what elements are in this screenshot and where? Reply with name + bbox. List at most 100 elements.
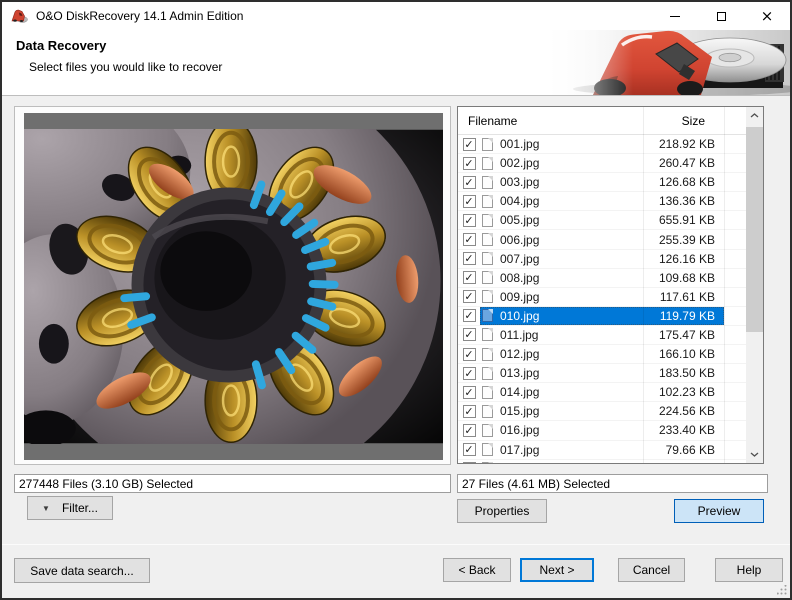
file-checkbox[interactable]: ✓	[458, 250, 480, 268]
file-checkbox[interactable]: ✓	[458, 441, 480, 459]
file-checkbox[interactable]: ✓	[458, 383, 480, 401]
file-row[interactable]: ✓014.jpg102.23 KB	[458, 383, 746, 402]
minimize-button[interactable]	[652, 2, 698, 30]
left-status-text: 277448 Files (3.10 GB) Selected	[19, 477, 193, 491]
next-button-label: Next >	[539, 563, 574, 577]
filter-button[interactable]: ▼ Filter...	[27, 496, 113, 520]
save-data-search-button[interactable]: Save data search...	[14, 558, 150, 583]
file-row-content[interactable]: 004.jpg136.36 KB	[480, 192, 724, 210]
file-name: 003.jpg	[500, 175, 539, 189]
file-row-content[interactable]: 012.jpg166.10 KB	[480, 345, 724, 363]
file-row[interactable]: ✓ 009.jpg117.61 KB	[458, 288, 746, 307]
properties-button[interactable]: Properties	[457, 499, 547, 523]
file-row-content[interactable]: 010.jpg119.79 KB	[480, 307, 724, 325]
file-row[interactable]: ✓ 011.jpg175.47 KB	[458, 326, 746, 345]
file-row-content[interactable]: 003.jpg126.68 KB	[480, 173, 724, 191]
checkmark-icon: ✓	[463, 233, 476, 246]
file-checkbox[interactable]: ✓	[458, 326, 480, 344]
file-checkbox[interactable]: ✓	[458, 288, 480, 306]
file-icon	[482, 176, 493, 189]
file-checkbox[interactable]: ✓	[458, 154, 480, 172]
scroll-down-button[interactable]	[746, 446, 763, 463]
close-button[interactable]: ×	[744, 2, 790, 30]
maximize-button[interactable]	[698, 2, 744, 30]
file-size: 79.66 KB	[666, 443, 724, 457]
file-name: 014.jpg	[500, 385, 539, 399]
file-list-header: Filename Size	[458, 107, 746, 135]
file-row[interactable]: ✓007.jpg126.16 KB	[458, 250, 746, 269]
checkmark-icon: ✓	[463, 290, 476, 303]
preview-button[interactable]: Preview	[674, 499, 764, 523]
file-row[interactable]: ✓ 001.jpg218.92 KB	[458, 135, 746, 154]
file-row-content[interactable]: 006.jpg255.39 KB	[480, 230, 724, 248]
file-row[interactable]: ✓015.jpg224.56 KB	[458, 402, 746, 421]
file-row-content[interactable]: 002.jpg260.47 KB	[480, 154, 724, 172]
file-row[interactable]: ✓008.jpg109.68 KB	[458, 269, 746, 288]
app-red-car-icon	[10, 8, 28, 24]
file-row[interactable]: ✓016.jpg233.40 KB	[458, 421, 746, 440]
file-row[interactable]: ✓003.jpg126.68 KB	[458, 173, 746, 192]
file-row[interactable]: ✓012.jpg166.10 KB	[458, 345, 746, 364]
file-row-content[interactable]: 016.jpg233.40 KB	[480, 421, 724, 439]
maximize-icon	[717, 12, 726, 21]
file-row-content[interactable]	[480, 460, 724, 463]
file-row-content[interactable]: 014.jpg102.23 KB	[480, 383, 724, 401]
file-checkbox[interactable]: ✓	[458, 211, 480, 229]
checkmark-icon: ✓	[463, 138, 476, 151]
back-button[interactable]: < Back	[443, 558, 511, 582]
file-checkbox[interactable]: ✓	[458, 345, 480, 363]
left-selection-status: 277448 Files (3.10 GB) Selected	[14, 474, 451, 493]
file-row[interactable]: ✓013.jpg183.50 KB	[458, 364, 746, 383]
column-header-filename[interactable]: Filename	[458, 114, 633, 128]
file-icon	[482, 462, 493, 463]
file-checkbox[interactable]: ✓	[458, 402, 480, 420]
properties-button-label: Properties	[475, 504, 530, 518]
file-row[interactable]: ✓	[458, 460, 746, 463]
file-name: 005.jpg	[500, 213, 539, 227]
file-row-content[interactable]: 015.jpg224.56 KB	[480, 402, 724, 420]
file-checkbox[interactable]: ✓	[458, 192, 480, 210]
cancel-button[interactable]: Cancel	[618, 558, 685, 582]
file-row-content[interactable]: 007.jpg126.16 KB	[480, 250, 724, 268]
file-checkbox[interactable]: ✓	[458, 307, 480, 325]
file-icon	[482, 386, 493, 399]
file-row-content[interactable]: 017.jpg 79.66 KB	[480, 441, 724, 459]
file-icon	[482, 290, 493, 303]
file-checkbox[interactable]: ✓	[458, 230, 480, 248]
file-name: 017.jpg	[500, 443, 539, 457]
file-checkbox[interactable]: ✓	[458, 460, 480, 463]
help-button[interactable]: Help	[715, 558, 783, 582]
titlebar[interactable]: O&O DiskRecovery 14.1 Admin Edition ×	[2, 2, 790, 30]
scrollbar-thumb[interactable]	[746, 127, 763, 332]
file-row-content[interactable]: 008.jpg109.68 KB	[480, 269, 724, 287]
resize-grip[interactable]	[777, 585, 787, 595]
file-row[interactable]: ✓ 017.jpg 79.66 KB	[458, 441, 746, 460]
file-row[interactable]: ✓004.jpg136.36 KB	[458, 192, 746, 211]
file-checkbox[interactable]: ✓	[458, 135, 480, 153]
next-button[interactable]: Next >	[520, 558, 594, 582]
file-row-content[interactable]: 001.jpg218.92 KB	[480, 135, 724, 153]
file-list-rows: ✓001.jpg218.92 KB✓002.jpg260.47 KB✓003.j…	[458, 135, 746, 463]
file-row-content[interactable]: 009.jpg117.61 KB	[480, 288, 724, 306]
file-checkbox[interactable]: ✓	[458, 364, 480, 382]
file-checkbox[interactable]: ✓	[458, 421, 480, 439]
preview-panel	[14, 106, 451, 465]
list-scrollbar[interactable]	[746, 107, 763, 463]
scroll-up-button[interactable]	[746, 107, 763, 124]
file-name: 004.jpg	[500, 194, 539, 208]
file-checkbox[interactable]: ✓	[458, 269, 480, 287]
file-size: 119.79 KB	[660, 309, 724, 323]
file-row-content[interactable]: 011.jpg175.47 KB	[480, 326, 724, 344]
file-icon	[482, 328, 493, 341]
file-icon	[482, 348, 493, 361]
file-row[interactable]: ✓ 006.jpg255.39 KB	[458, 230, 746, 249]
file-row[interactable]: ✓ 002.jpg260.47 KB	[458, 154, 746, 173]
column-header-size[interactable]: Size	[633, 114, 705, 128]
checkmark-icon: ✓	[463, 328, 476, 341]
file-row-content[interactable]: 013.jpg183.50 KB	[480, 364, 724, 382]
file-row-content[interactable]: 005.jpg655.91 KB	[480, 211, 724, 229]
file-checkbox[interactable]: ✓	[458, 173, 480, 191]
file-row[interactable]: ✓010.jpg119.79 KB	[458, 307, 746, 326]
file-row[interactable]: ✓005.jpg655.91 KB	[458, 211, 746, 230]
checkmark-icon: ✓	[463, 157, 476, 170]
